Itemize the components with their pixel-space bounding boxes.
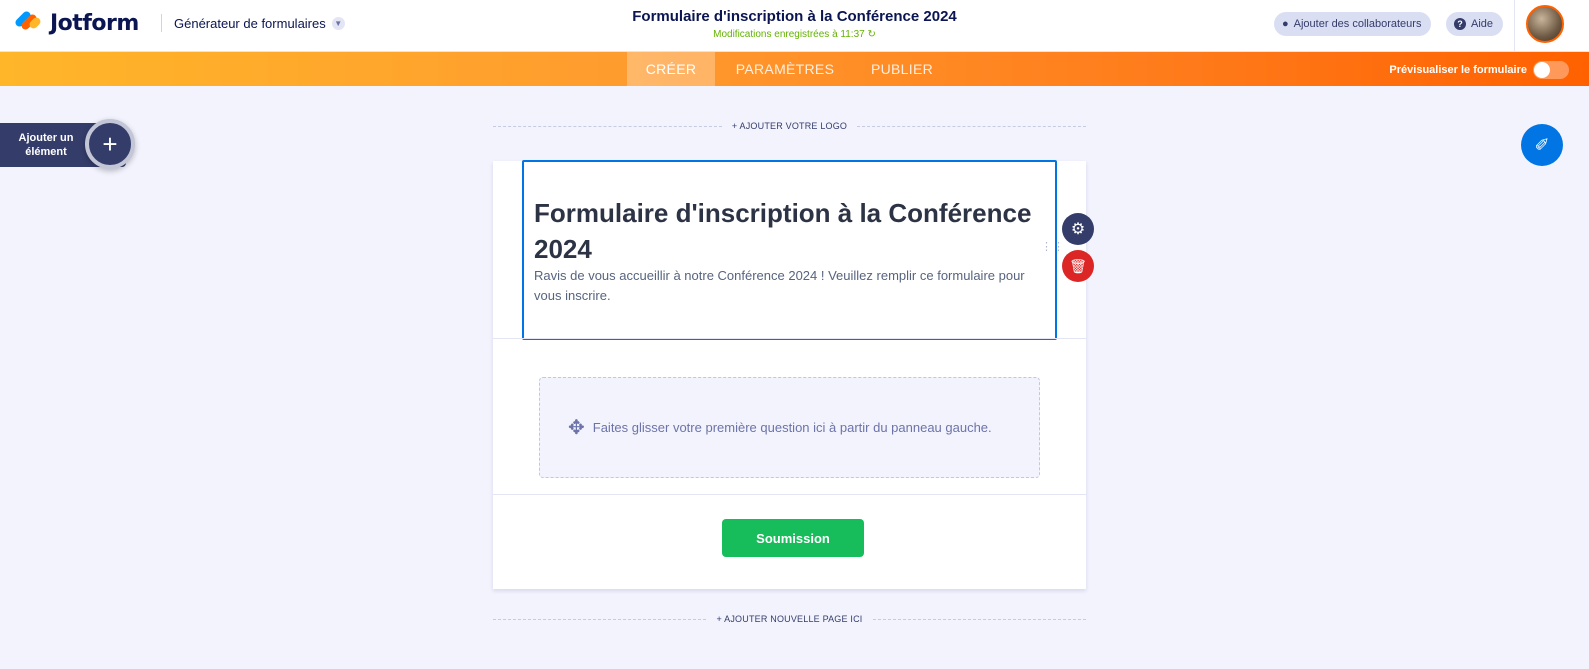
dashed-line: [872, 618, 1086, 620]
add-page-link[interactable]: + AJOUTER NOUVELLE PAGE ICI: [716, 614, 862, 624]
plus-icon[interactable]: +: [85, 119, 135, 169]
divider: [493, 494, 1086, 495]
question-dropzone[interactable]: ✥ Faites glisser votre première question…: [539, 377, 1040, 478]
tab-bar: CRÉER PARAMÈTRES PUBLIER Prévisualiser l…: [0, 52, 1589, 86]
add-collaborators-label: Ajouter des collaborateurs: [1293, 18, 1422, 30]
dashed-line: [493, 125, 722, 127]
add-element-label: Ajouter un élément: [18, 132, 74, 158]
user-icon: ●: [1282, 18, 1289, 30]
help-label: Aide: [1471, 18, 1494, 30]
dashed-line: [857, 125, 1086, 127]
move-icon: ✥: [568, 417, 585, 439]
refresh-icon: ↻: [867, 29, 876, 40]
dashed-line: [493, 618, 707, 620]
tab-settings[interactable]: PARAMÈTRES: [730, 52, 840, 86]
add-collaborators-button[interactable]: ● Ajouter des collaborateurs: [1274, 12, 1432, 36]
add-logo-link[interactable]: + AJOUTER VOTRE LOGO: [732, 121, 847, 131]
header-divider-right: [1514, 0, 1515, 52]
preview-toggle-area: Prévisualiser le formulaire: [1389, 61, 1569, 79]
paint-roller-icon: ✐: [1534, 134, 1550, 155]
question-icon: ?: [1454, 18, 1466, 30]
tab-publish[interactable]: PUBLIER: [862, 52, 942, 86]
avatar[interactable]: [1526, 5, 1564, 43]
help-button[interactable]: ? Aide: [1446, 12, 1504, 36]
add-page-row: + AJOUTER NOUVELLE PAGE ICI: [493, 614, 1086, 624]
form-heading[interactable]: Formulaire d'inscription à la Conférence…: [534, 195, 1034, 267]
save-status-text: Modifications enregistrées à 11:37: [713, 29, 865, 40]
gear-icon[interactable]: ⚙: [1062, 213, 1094, 245]
form-designer-button[interactable]: ✐: [1521, 124, 1563, 166]
drag-handle-icon[interactable]: ⋮⋮: [1041, 242, 1065, 253]
divider: [493, 338, 1086, 339]
trash-icon[interactable]: 🗑: [1062, 250, 1094, 282]
dropzone-text: Faites glisser votre première question i…: [592, 420, 992, 435]
add-logo-row: + AJOUTER VOTRE LOGO: [493, 121, 1086, 131]
preview-toggle[interactable]: [1533, 61, 1569, 79]
top-bar: Jotform Générateur de formulaires ▼ Form…: [0, 0, 1589, 52]
submit-button[interactable]: Soumission: [722, 519, 864, 557]
form-subheading[interactable]: Ravis de vous accueillir à notre Confére…: [534, 266, 1049, 306]
tab-create[interactable]: CRÉER: [627, 52, 715, 86]
preview-label: Prévisualiser le formulaire: [1389, 64, 1527, 76]
